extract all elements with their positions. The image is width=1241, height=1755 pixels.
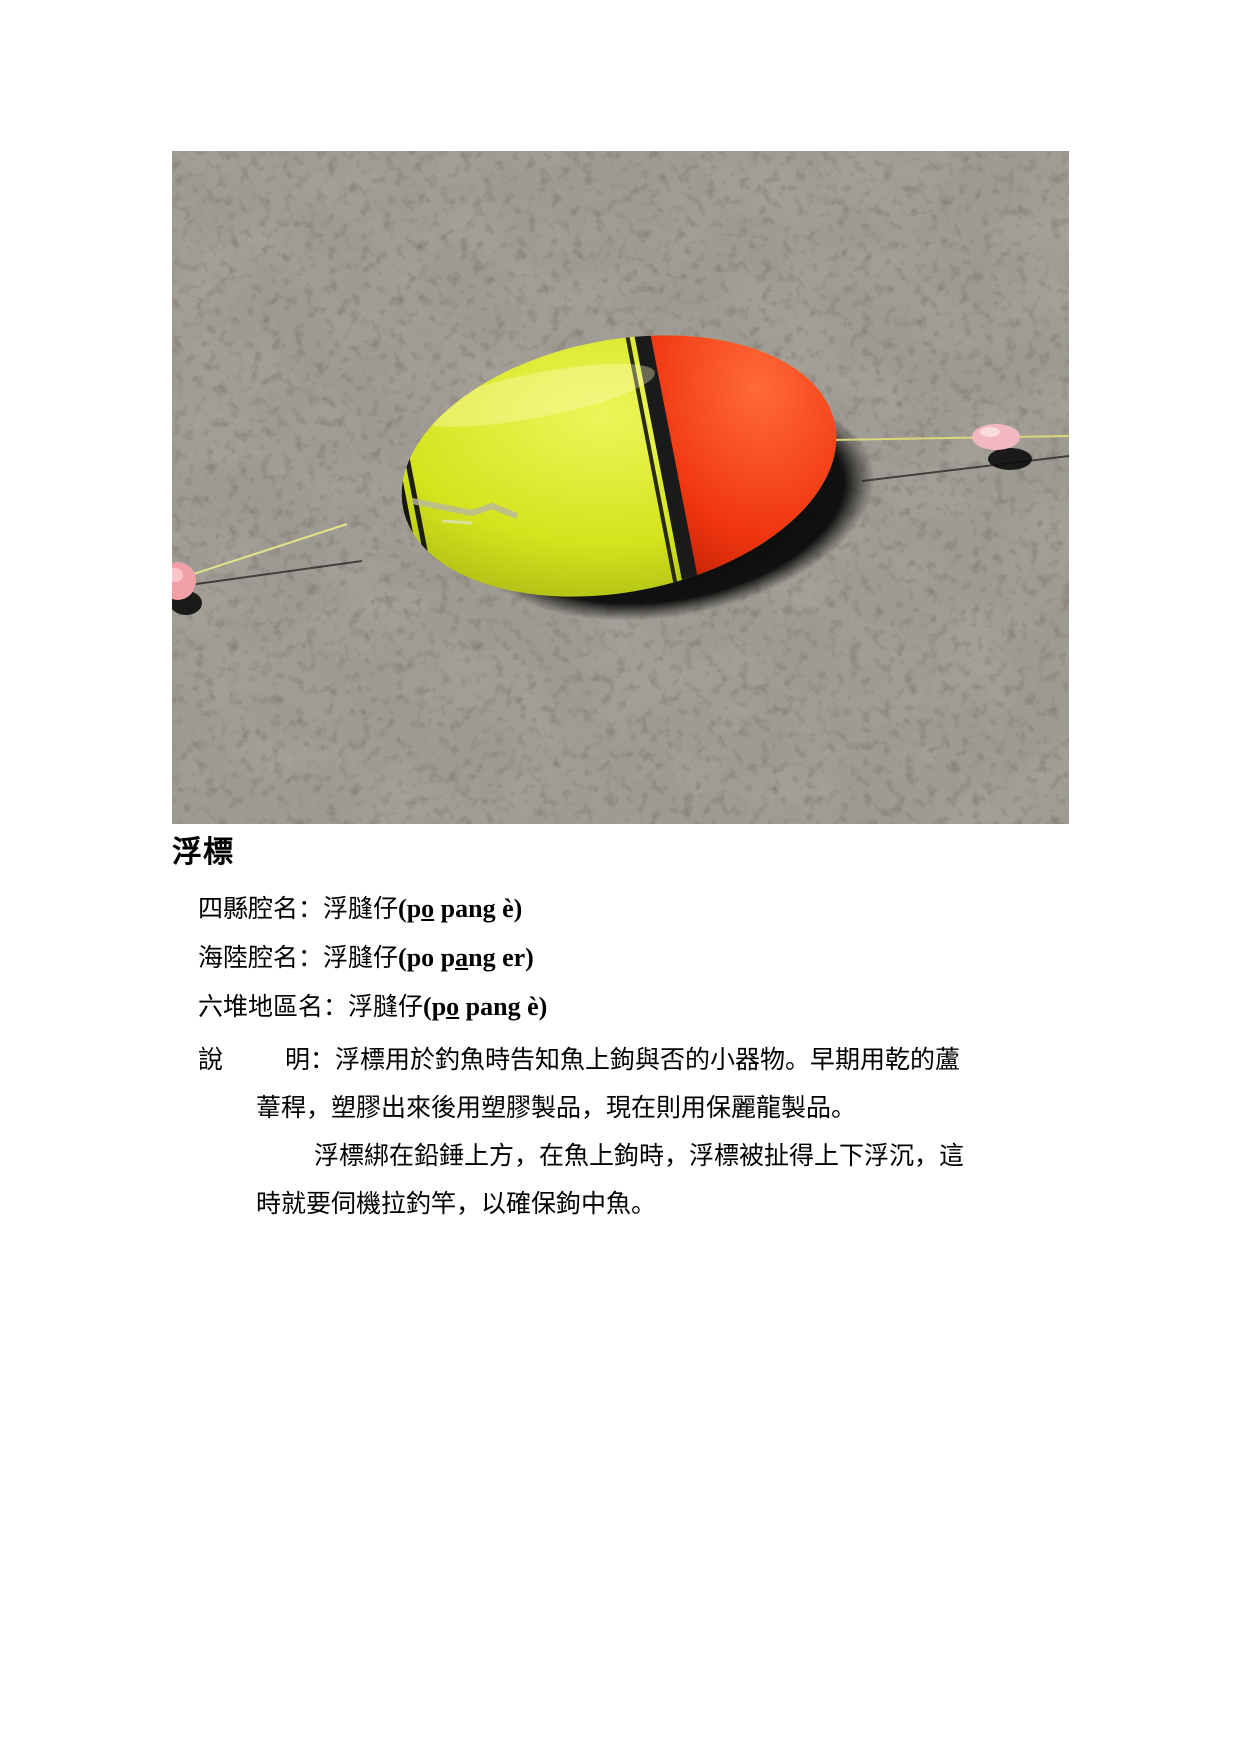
- description-label-2: 明：: [285, 1045, 336, 1074]
- description-line: 說明：浮標用於釣魚時告知魚上鉤與否的小器物。早期用乾的蘆: [198, 1045, 961, 1074]
- name-label: 六堆地區名：: [198, 992, 349, 1021]
- description-block: 說明：浮標用於釣魚時告知魚上鉤與否的小器物。早期用乾的蘆 葦稈，塑膠出來後用塑膠…: [198, 1036, 1070, 1228]
- name-hanzi: 浮膖仔: [323, 894, 399, 923]
- description-line: 時就要伺機拉釣竿，以確保鉤中魚。: [256, 1189, 657, 1218]
- description-line: 葦稈，塑膠出來後用塑膠製品，現在則用保麗龍製品。: [256, 1093, 857, 1122]
- name-label: 海陸腔名：: [198, 943, 324, 972]
- name-sixian: 四縣腔名：浮膖仔(po pang è): [198, 889, 522, 929]
- name-hanzi: 浮膖仔: [348, 992, 424, 1021]
- name-romanization: (po pang è): [398, 894, 523, 923]
- name-romanization: (po pang è): [423, 992, 548, 1021]
- name-hailu: 海陸腔名：浮膖仔(po pang er): [198, 938, 534, 978]
- name-label: 四縣腔名：: [198, 894, 324, 923]
- document-page: 浮標 四縣腔名：浮膖仔(po pang è) 海陸腔名：浮膖仔(po pang …: [0, 0, 1241, 1755]
- name-hanzi: 浮膖仔: [323, 943, 399, 972]
- description-line: 浮標綁在鉛錘上方，在魚上鉤時，浮標被扯得上下浮沉，這: [314, 1141, 965, 1170]
- page-title: 浮標: [172, 835, 234, 870]
- fishing-float-photo: [172, 151, 1069, 824]
- name-romanization: (po pang er): [398, 943, 534, 972]
- name-liudui: 六堆地區名：浮膖仔(po pang è): [198, 987, 547, 1027]
- description-label-1: 說: [198, 1045, 224, 1074]
